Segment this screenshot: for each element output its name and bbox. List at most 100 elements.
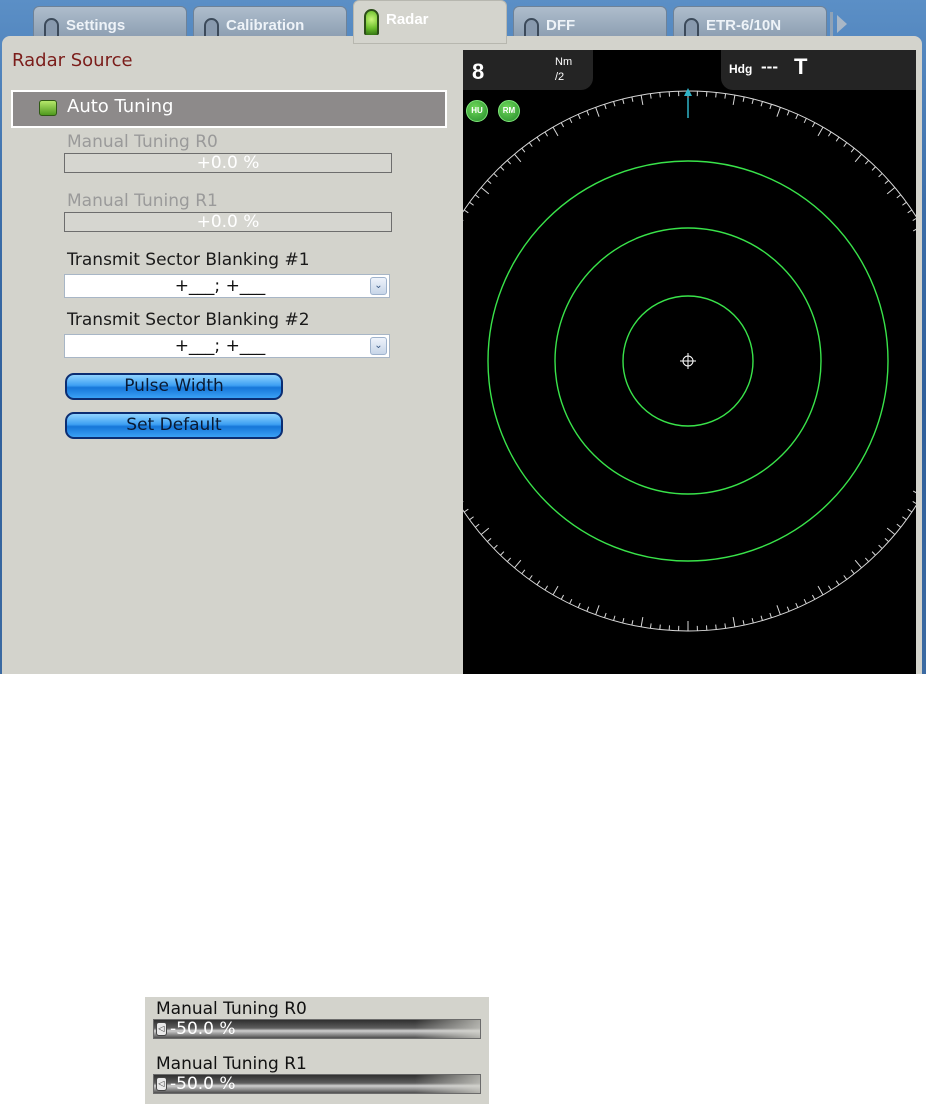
inset-r1-value: -50.0 % (170, 1074, 236, 1094)
blanking-1-label: Transmit Sector Blanking #1 (67, 250, 310, 270)
blanking-2-select[interactable]: +___; +___ ⌄ (64, 334, 390, 358)
bearing-tick (751, 618, 754, 624)
bearing-tick (506, 160, 512, 165)
tab-label: ETR-6/10N (706, 17, 782, 34)
tab-radar[interactable]: Radar (353, 0, 507, 44)
slider-handle-icon[interactable]: ◁ (156, 1022, 167, 1036)
inset-r0-label: Manual Tuning R0 (156, 999, 307, 1019)
blanking-2-value: +___; +___ (174, 336, 266, 356)
range-readout[interactable]: 8 Nm /2 (463, 50, 593, 90)
inset-r1-label: Manual Tuning R1 (156, 1054, 307, 1074)
bearing-tick (569, 118, 573, 124)
bearing-tick (795, 114, 799, 120)
bearing-tick (528, 575, 533, 580)
manual-tuning-r0-slider[interactable]: +0.0 % (64, 153, 392, 173)
bearing-tick (560, 122, 565, 128)
bearing-tick (912, 217, 916, 221)
bearing-tick (493, 173, 498, 178)
bearing-tick (480, 187, 490, 195)
bearing-tick (469, 516, 474, 521)
chevron-down-icon[interactable]: ⌄ (370, 277, 387, 295)
manual-tuning-r1-slider[interactable]: +0.0 % (64, 212, 392, 232)
bearing-tick (521, 147, 526, 153)
bearing-tick (886, 527, 896, 535)
bearing-tick (776, 107, 781, 117)
bearing-tick (864, 160, 870, 165)
bearing-tick (732, 616, 736, 627)
chevron-down-icon[interactable]: ⌄ (370, 337, 387, 355)
tab-scroll-right-button[interactable] (830, 10, 852, 38)
bearing-tick (595, 107, 600, 117)
bearing-tick (854, 153, 862, 163)
tab-settings[interactable]: Settings (33, 6, 187, 40)
bearing-tick (659, 624, 661, 630)
inset-r1-slider[interactable]: ◁ -50.0 % (153, 1074, 481, 1094)
bearing-tick (474, 194, 480, 199)
bearing-tick (786, 110, 790, 116)
bearing-tick (640, 616, 644, 627)
own-ship-icon (680, 353, 696, 369)
bearing-tick (622, 618, 625, 624)
tab-label: DFF (546, 17, 576, 34)
bearing-tick (586, 110, 590, 116)
set-default-button[interactable]: Set Default (65, 412, 283, 439)
manual-tuning-r1-label: Manual Tuning R1 (67, 191, 218, 211)
relative-motion-button[interactable]: RM (498, 100, 520, 122)
pulse-width-button[interactable]: Pulse Width (65, 373, 283, 400)
bearing-tick (506, 557, 512, 562)
bearing-tick (817, 126, 824, 137)
auto-tuning-label: Auto Tuning (67, 96, 174, 117)
bearing-tick (640, 95, 644, 106)
heading-marker-icon (684, 88, 692, 96)
bearing-tick (878, 173, 883, 178)
bearing-tick (480, 527, 490, 535)
tab-etr[interactable]: ETR-6/10N (673, 6, 827, 40)
head-up-mode-button[interactable]: HU (466, 100, 488, 122)
range-ring-divider: /2 (555, 71, 565, 83)
inset-r0-slider[interactable]: ◁ -50.0 % (153, 1019, 481, 1039)
bearing-tick (493, 544, 498, 549)
bearing-tick (803, 598, 807, 604)
bearing-tick (649, 93, 652, 99)
bearing-tick (871, 166, 876, 171)
bearing-tick (604, 612, 607, 618)
bearing-tick (760, 615, 763, 621)
tab-calibration[interactable]: Calibration (193, 6, 347, 40)
manual-tuning-r1-value: +0.0 % (196, 212, 260, 232)
tab-label: Settings (66, 17, 126, 34)
chevron-right-icon (837, 15, 847, 33)
range-value: 8 (472, 59, 485, 84)
radar-display[interactable]: 8 Nm /2 Hdg --- T HU RM (463, 50, 916, 674)
range-unit: Nm (555, 56, 573, 68)
bearing-tick (715, 92, 717, 98)
auto-tuning-toggle[interactable]: Auto Tuning (11, 90, 447, 128)
bearing-tick (828, 585, 832, 591)
tab-label: Calibration (226, 17, 305, 34)
tab-dff[interactable]: DFF (513, 6, 667, 40)
manual-tuning-r0-value: +0.0 % (196, 153, 260, 173)
slider-handle-icon[interactable]: ◁ (156, 1077, 167, 1091)
bearing-tick (817, 585, 824, 596)
bearing-tick (769, 612, 772, 618)
bearing-tick (474, 523, 480, 528)
bearing-tick (864, 557, 870, 562)
bearing-tick (884, 537, 889, 543)
bearing-tick (835, 580, 840, 586)
bearing-tick (850, 569, 855, 575)
blanking-1-select[interactable]: +___; +___ ⌄ (64, 274, 390, 298)
bearing-tick (896, 194, 902, 199)
slider-fade (415, 1075, 480, 1093)
bearing-tick (786, 606, 790, 612)
bearing-tick (604, 104, 607, 110)
bearing-tick (811, 594, 816, 600)
heading-readout: Hdg --- T (721, 50, 916, 90)
bearing-tick (715, 624, 717, 630)
bearing-tick (884, 179, 889, 185)
bearing-tick (835, 136, 840, 142)
bearing-tick (795, 602, 799, 608)
settings-panel: Radar Source Auto Tuning Manual Tuning R… (2, 36, 922, 674)
bearing-tick (902, 201, 907, 206)
bearing-tick (577, 114, 581, 120)
radar-settings-window: Settings Calibration Radar DFF ETR-6/10N… (0, 0, 926, 674)
bearing-tick (907, 508, 913, 513)
